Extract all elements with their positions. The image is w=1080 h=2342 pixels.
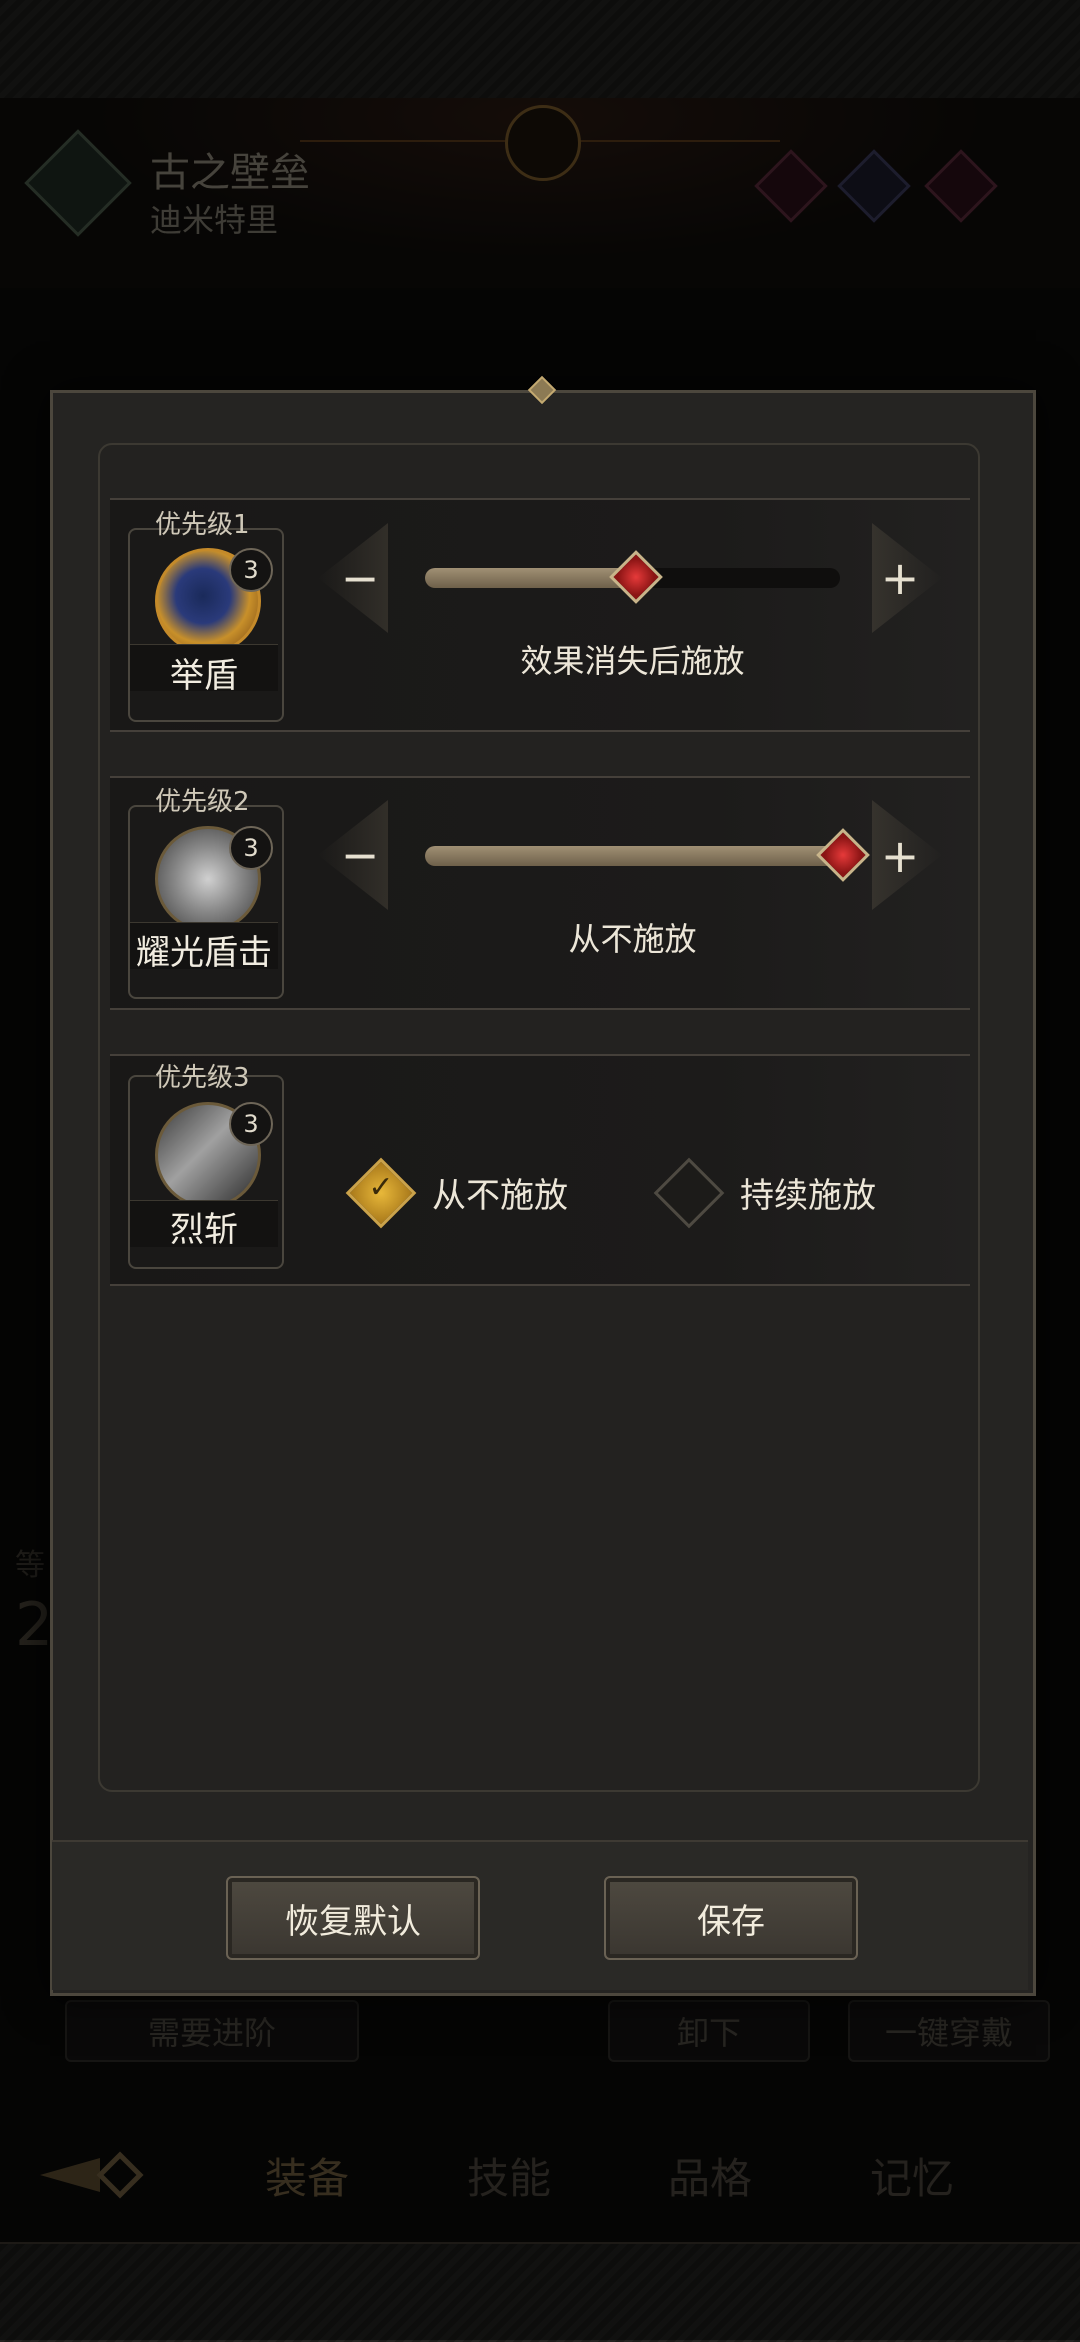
slider-fill (425, 568, 633, 588)
dialog-footer (52, 1840, 1028, 1990)
priority-label: 优先级1 (155, 510, 250, 540)
decrease-button[interactable]: − (330, 548, 390, 608)
cast-condition-slider[interactable] (425, 550, 840, 604)
increase-button[interactable]: + (870, 826, 930, 886)
priority-label: 优先级2 (155, 787, 250, 817)
skill-name: 举盾 (170, 656, 238, 696)
skill-level-badge: 3 (229, 826, 273, 870)
save-button[interactable]: 保存 (604, 1876, 858, 1960)
skill-name: 烈斩 (170, 1210, 238, 1250)
check-icon: ✓ (368, 1170, 394, 1205)
cast-condition-text: 从不施放 (568, 920, 697, 958)
cast-condition-text: 效果消失后施放 (520, 642, 745, 680)
skill-name: 耀光盾击 (136, 933, 272, 973)
skill-level-badge: 3 (229, 548, 273, 592)
cast-condition-slider[interactable] (425, 828, 870, 882)
slider-fill (425, 846, 840, 866)
reset-default-button[interactable]: 恢复默认 (226, 1876, 480, 1960)
decrease-button[interactable]: − (330, 825, 390, 885)
option-never-label[interactable]: 从不施放 (432, 1168, 568, 1217)
priority-label: 优先级3 (155, 1063, 250, 1093)
option-continuous-label[interactable]: 持续施放 (740, 1168, 876, 1217)
skill-level-badge: 3 (229, 1102, 273, 1146)
increase-button[interactable]: + (870, 548, 930, 608)
